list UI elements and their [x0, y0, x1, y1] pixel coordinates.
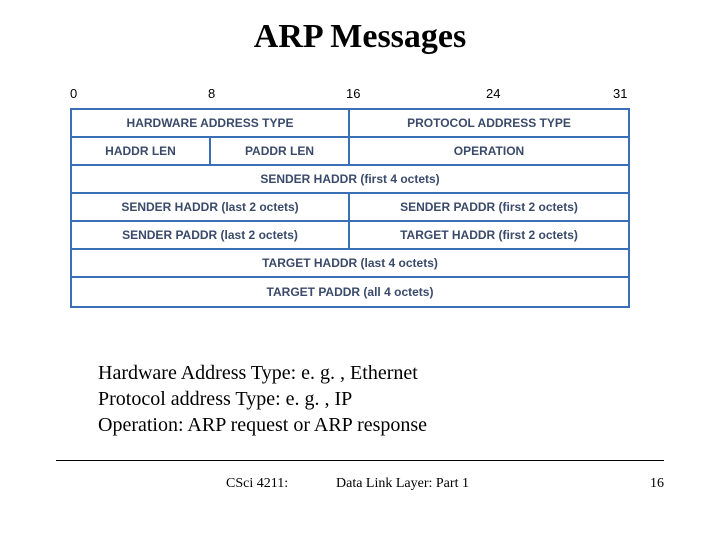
sender-haddr-last2-field: SENDER HADDR (last 2 octets): [72, 194, 350, 220]
body-line-3: Operation: ARP request or ARP response: [98, 412, 427, 438]
target-haddr-first2-field: TARGET HADDR (first 2 octets): [350, 222, 628, 248]
arp-message-diagram: 0 8 16 24 31 HARDWARE ADDRESS TYPE PROTO…: [70, 86, 630, 308]
packet-row-1: HARDWARE ADDRESS TYPE PROTOCOL ADDRESS T…: [72, 110, 628, 138]
target-paddr-all4-field: TARGET PADDR (all 4 octets): [72, 278, 628, 306]
packet-row-5: SENDER PADDR (last 2 octets) TARGET HADD…: [72, 222, 628, 250]
protocol-address-type-field: PROTOCOL ADDRESS TYPE: [350, 110, 628, 136]
footer-page: 16: [650, 476, 664, 492]
body-line-2: Protocol address Type: e. g. , IP: [98, 386, 427, 412]
packet-row-2: HADDR LEN PADDR LEN OPERATION: [72, 138, 628, 166]
footer-topic: Data Link Layer: Part 1: [336, 476, 469, 492]
operation-field: OPERATION: [350, 138, 628, 164]
sender-paddr-first2-field: SENDER PADDR (first 2 octets): [350, 194, 628, 220]
packet-frame: HARDWARE ADDRESS TYPE PROTOCOL ADDRESS T…: [70, 108, 630, 308]
target-haddr-last4-field: TARGET HADDR (last 4 octets): [72, 250, 628, 276]
bit-ruler: 0 8 16 24 31: [70, 86, 630, 108]
hardware-address-type-field: HARDWARE ADDRESS TYPE: [72, 110, 350, 136]
footer-divider: [56, 460, 664, 461]
body-line-1: Hardware Address Type: e. g. , Ethernet: [98, 360, 427, 386]
bit-tick-16: 16: [346, 86, 360, 101]
sender-haddr-first4-field: SENDER HADDR (first 4 octets): [72, 166, 628, 192]
bit-tick-0: 0: [70, 86, 77, 101]
packet-row-6: TARGET HADDR (last 4 octets): [72, 250, 628, 278]
paddr-len-field: PADDR LEN: [211, 138, 350, 164]
bit-tick-24: 24: [486, 86, 500, 101]
slide-title: ARP Messages: [0, 0, 720, 56]
slide-footer: CSci 4211: Data Link Layer: Part 1 16: [56, 476, 664, 500]
sender-paddr-last2-field: SENDER PADDR (last 2 octets): [72, 222, 350, 248]
packet-row-3: SENDER HADDR (first 4 octets): [72, 166, 628, 194]
body-text: Hardware Address Type: e. g. , Ethernet …: [98, 360, 427, 438]
slide: ARP Messages 0 8 16 24 31 HARDWARE ADDRE…: [0, 0, 720, 540]
packet-row-7: TARGET PADDR (all 4 octets): [72, 278, 628, 306]
packet-row-4: SENDER HADDR (last 2 octets) SENDER PADD…: [72, 194, 628, 222]
bit-tick-31: 31: [613, 86, 627, 101]
bit-tick-8: 8: [208, 86, 215, 101]
footer-course: CSci 4211:: [226, 476, 288, 492]
haddr-len-field: HADDR LEN: [72, 138, 211, 164]
